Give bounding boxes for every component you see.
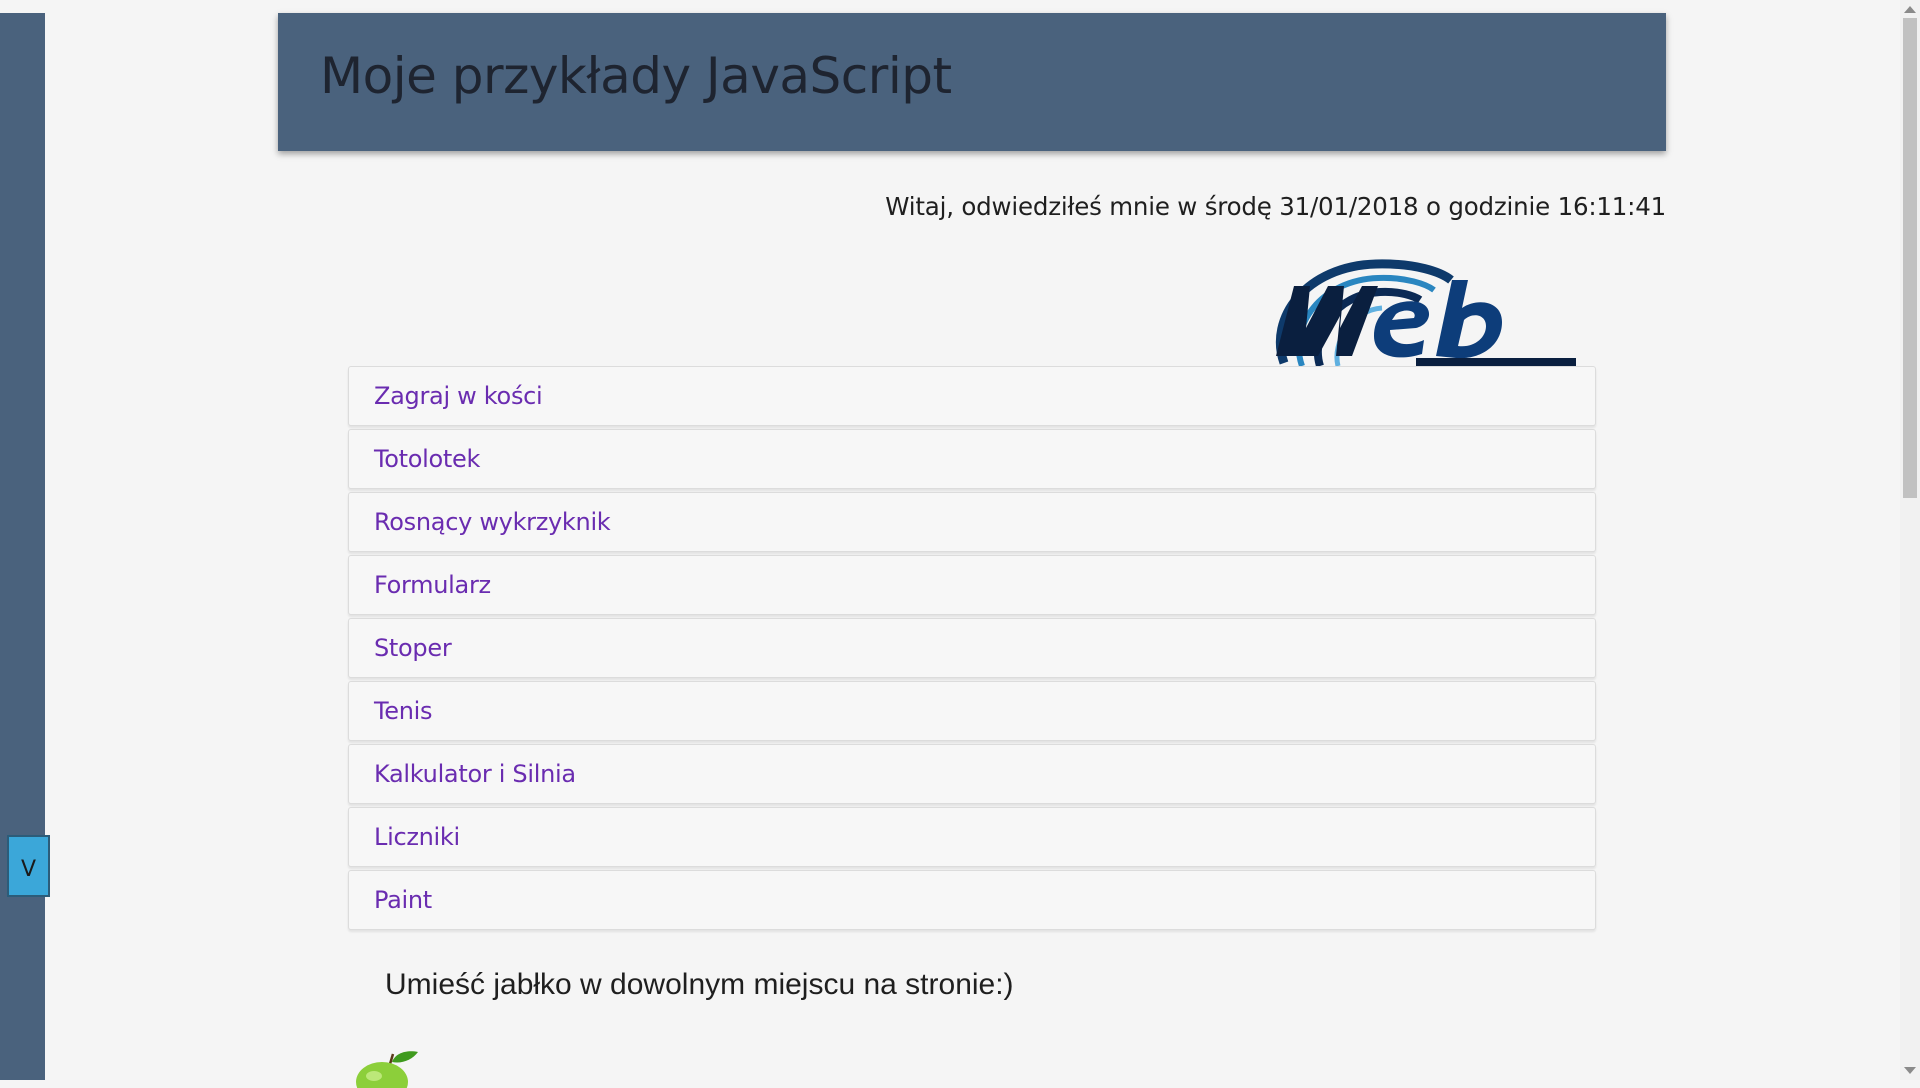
scroll-up-arrow-icon[interactable] xyxy=(1904,6,1916,13)
menu-item-tennis[interactable]: Tenis xyxy=(348,681,1596,741)
side-panel-toggle-button[interactable]: V xyxy=(7,835,50,897)
vertical-scrollbar[interactable] xyxy=(1900,0,1920,1080)
toggle-label: V xyxy=(20,856,37,882)
menu-item-label[interactable]: Kalkulator i Silnia xyxy=(374,760,576,788)
page-title: Moje przykłady JavaScript xyxy=(320,47,952,105)
web-design-logo xyxy=(1266,258,1582,366)
scrollbar-thumb[interactable] xyxy=(1903,18,1917,498)
menu-item-label[interactable]: Paint xyxy=(374,886,432,914)
menu-item-label[interactable]: Tenis xyxy=(374,697,433,725)
menu-item-form[interactable]: Formularz xyxy=(348,555,1596,615)
menu-item-paint[interactable]: Paint xyxy=(348,870,1596,930)
side-panel xyxy=(0,13,45,1080)
apple-hint-text: Umieść jabłko w dowolnym miejscu na stro… xyxy=(385,968,1014,1001)
menu-item-label[interactable]: Rosnący wykrzyknik xyxy=(374,508,611,536)
menu-item-label[interactable]: Liczniki xyxy=(374,823,460,851)
menu-item-label[interactable]: Totolotek xyxy=(374,445,480,473)
menu-item-dice[interactable]: Zagraj w kości xyxy=(348,366,1596,426)
page-header: Moje przykłady JavaScript xyxy=(278,13,1666,151)
scroll-down-arrow-icon[interactable] xyxy=(1904,1067,1916,1074)
examples-menu: Zagraj w kości Totolotek Rosnący wykrzyk… xyxy=(348,366,1596,933)
menu-item-growing-exclamation[interactable]: Rosnący wykrzyknik xyxy=(348,492,1596,552)
apple-icon[interactable] xyxy=(352,1048,426,1088)
menu-item-label[interactable]: Formularz xyxy=(374,571,491,599)
menu-item-counters[interactable]: Liczniki xyxy=(348,807,1596,867)
visit-greeting: Witaj, odwiedziłeś mnie w środę 31/01/20… xyxy=(885,192,1666,221)
menu-item-calculator[interactable]: Kalkulator i Silnia xyxy=(348,744,1596,804)
menu-item-stopwatch[interactable]: Stoper xyxy=(348,618,1596,678)
menu-item-label[interactable]: Zagraj w kości xyxy=(374,382,543,410)
menu-item-lotto[interactable]: Totolotek xyxy=(348,429,1596,489)
menu-item-label[interactable]: Stoper xyxy=(374,634,452,662)
